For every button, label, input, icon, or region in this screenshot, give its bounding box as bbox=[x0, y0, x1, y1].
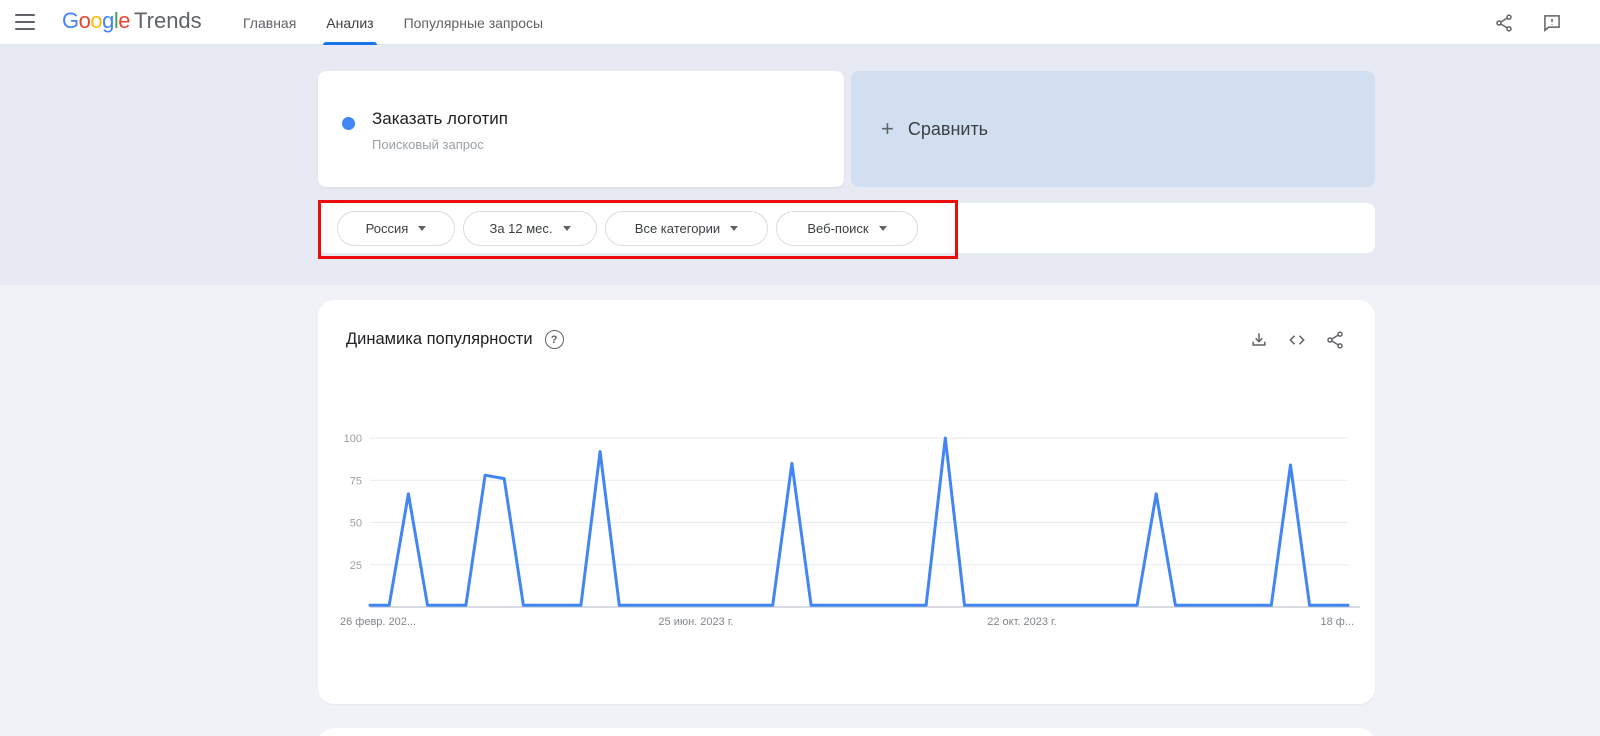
svg-text:100: 100 bbox=[344, 433, 362, 445]
compare-label: Сравнить bbox=[907, 118, 989, 139]
svg-text:25 июн. 2023 г.: 25 июн. 2023 г. bbox=[658, 616, 733, 628]
filter-bar: Россия За 12 мес. Все категории Веб-поис… bbox=[318, 203, 1375, 253]
svg-text:18 ф...: 18 ф... bbox=[1320, 616, 1354, 628]
related-card-partial bbox=[318, 728, 1375, 736]
header-actions bbox=[1494, 0, 1562, 45]
share-icon[interactable] bbox=[1325, 330, 1345, 350]
svg-text:26 февр. 202...: 26 февр. 202... bbox=[340, 616, 416, 628]
filter-category[interactable]: Все категории bbox=[605, 210, 768, 246]
feedback-icon[interactable] bbox=[1542, 13, 1562, 33]
logo-letter: g bbox=[102, 8, 114, 33]
filter-region[interactable]: Россия bbox=[337, 210, 455, 246]
download-icon[interactable] bbox=[1249, 330, 1269, 350]
term-type-label: Поисковый запрос bbox=[372, 137, 484, 152]
logo-letter: o bbox=[90, 8, 103, 33]
nav-explore[interactable]: Анализ bbox=[323, 0, 377, 45]
trend-chart-card: Динамика популярности ? 25 50 75 100 26 февр… bbox=[318, 300, 1375, 704]
filter-time-label: За 12 мес. bbox=[489, 220, 553, 236]
chart-toolbar bbox=[1249, 330, 1345, 350]
chevron-down-icon bbox=[562, 226, 571, 231]
search-term-card[interactable]: Заказать логотип Поисковый запрос bbox=[318, 71, 844, 187]
svg-text:25: 25 bbox=[350, 560, 362, 572]
svg-text:22 окт. 2023 г.: 22 окт. 2023 г. bbox=[987, 616, 1057, 628]
svg-text:75: 75 bbox=[350, 475, 362, 487]
logo-letter: o bbox=[78, 8, 91, 33]
compare-card[interactable]: + Сравнить bbox=[851, 71, 1375, 187]
trend-line-chart[interactable]: 25 50 75 100 26 февр. 202... 25 июн. 2023 г. 2… bbox=[318, 415, 1375, 655]
chart-title: Динамика популярности bbox=[346, 330, 533, 348]
chart-header: Динамика популярности ? bbox=[346, 330, 564, 349]
logo-letter: G bbox=[62, 8, 79, 33]
logo-product-name: Trends bbox=[134, 8, 202, 33]
menu-icon[interactable] bbox=[15, 14, 35, 30]
svg-text:50: 50 bbox=[350, 518, 362, 530]
logo-letter: e bbox=[118, 8, 131, 33]
share-icon[interactable] bbox=[1494, 13, 1514, 33]
main-nav: Главная Анализ Популярные запросы bbox=[243, 0, 543, 45]
filter-category-label: Все категории bbox=[634, 220, 721, 236]
chevron-down-icon bbox=[878, 226, 887, 231]
filter-time-range[interactable]: За 12 мес. bbox=[463, 210, 597, 246]
chevron-down-icon bbox=[418, 226, 427, 231]
plus-icon: + bbox=[881, 116, 894, 141]
term-color-dot bbox=[342, 117, 355, 130]
filter-search-type[interactable]: Веб-поиск bbox=[776, 210, 918, 246]
chevron-down-icon bbox=[730, 226, 739, 231]
filter-region-label: Россия bbox=[365, 220, 409, 236]
nav-home[interactable]: Главная bbox=[243, 0, 296, 45]
embed-icon[interactable] bbox=[1287, 330, 1307, 350]
help-icon[interactable]: ? bbox=[544, 330, 564, 349]
google-trends-logo[interactable]: Google Trends bbox=[62, 8, 202, 34]
term-title: Заказать логотип bbox=[372, 109, 508, 128]
filter-search-type-label: Веб-поиск bbox=[807, 220, 869, 236]
app-header: Google Trends Главная Анализ Популярные … bbox=[0, 0, 1600, 45]
nav-trending[interactable]: Популярные запросы bbox=[404, 0, 544, 45]
